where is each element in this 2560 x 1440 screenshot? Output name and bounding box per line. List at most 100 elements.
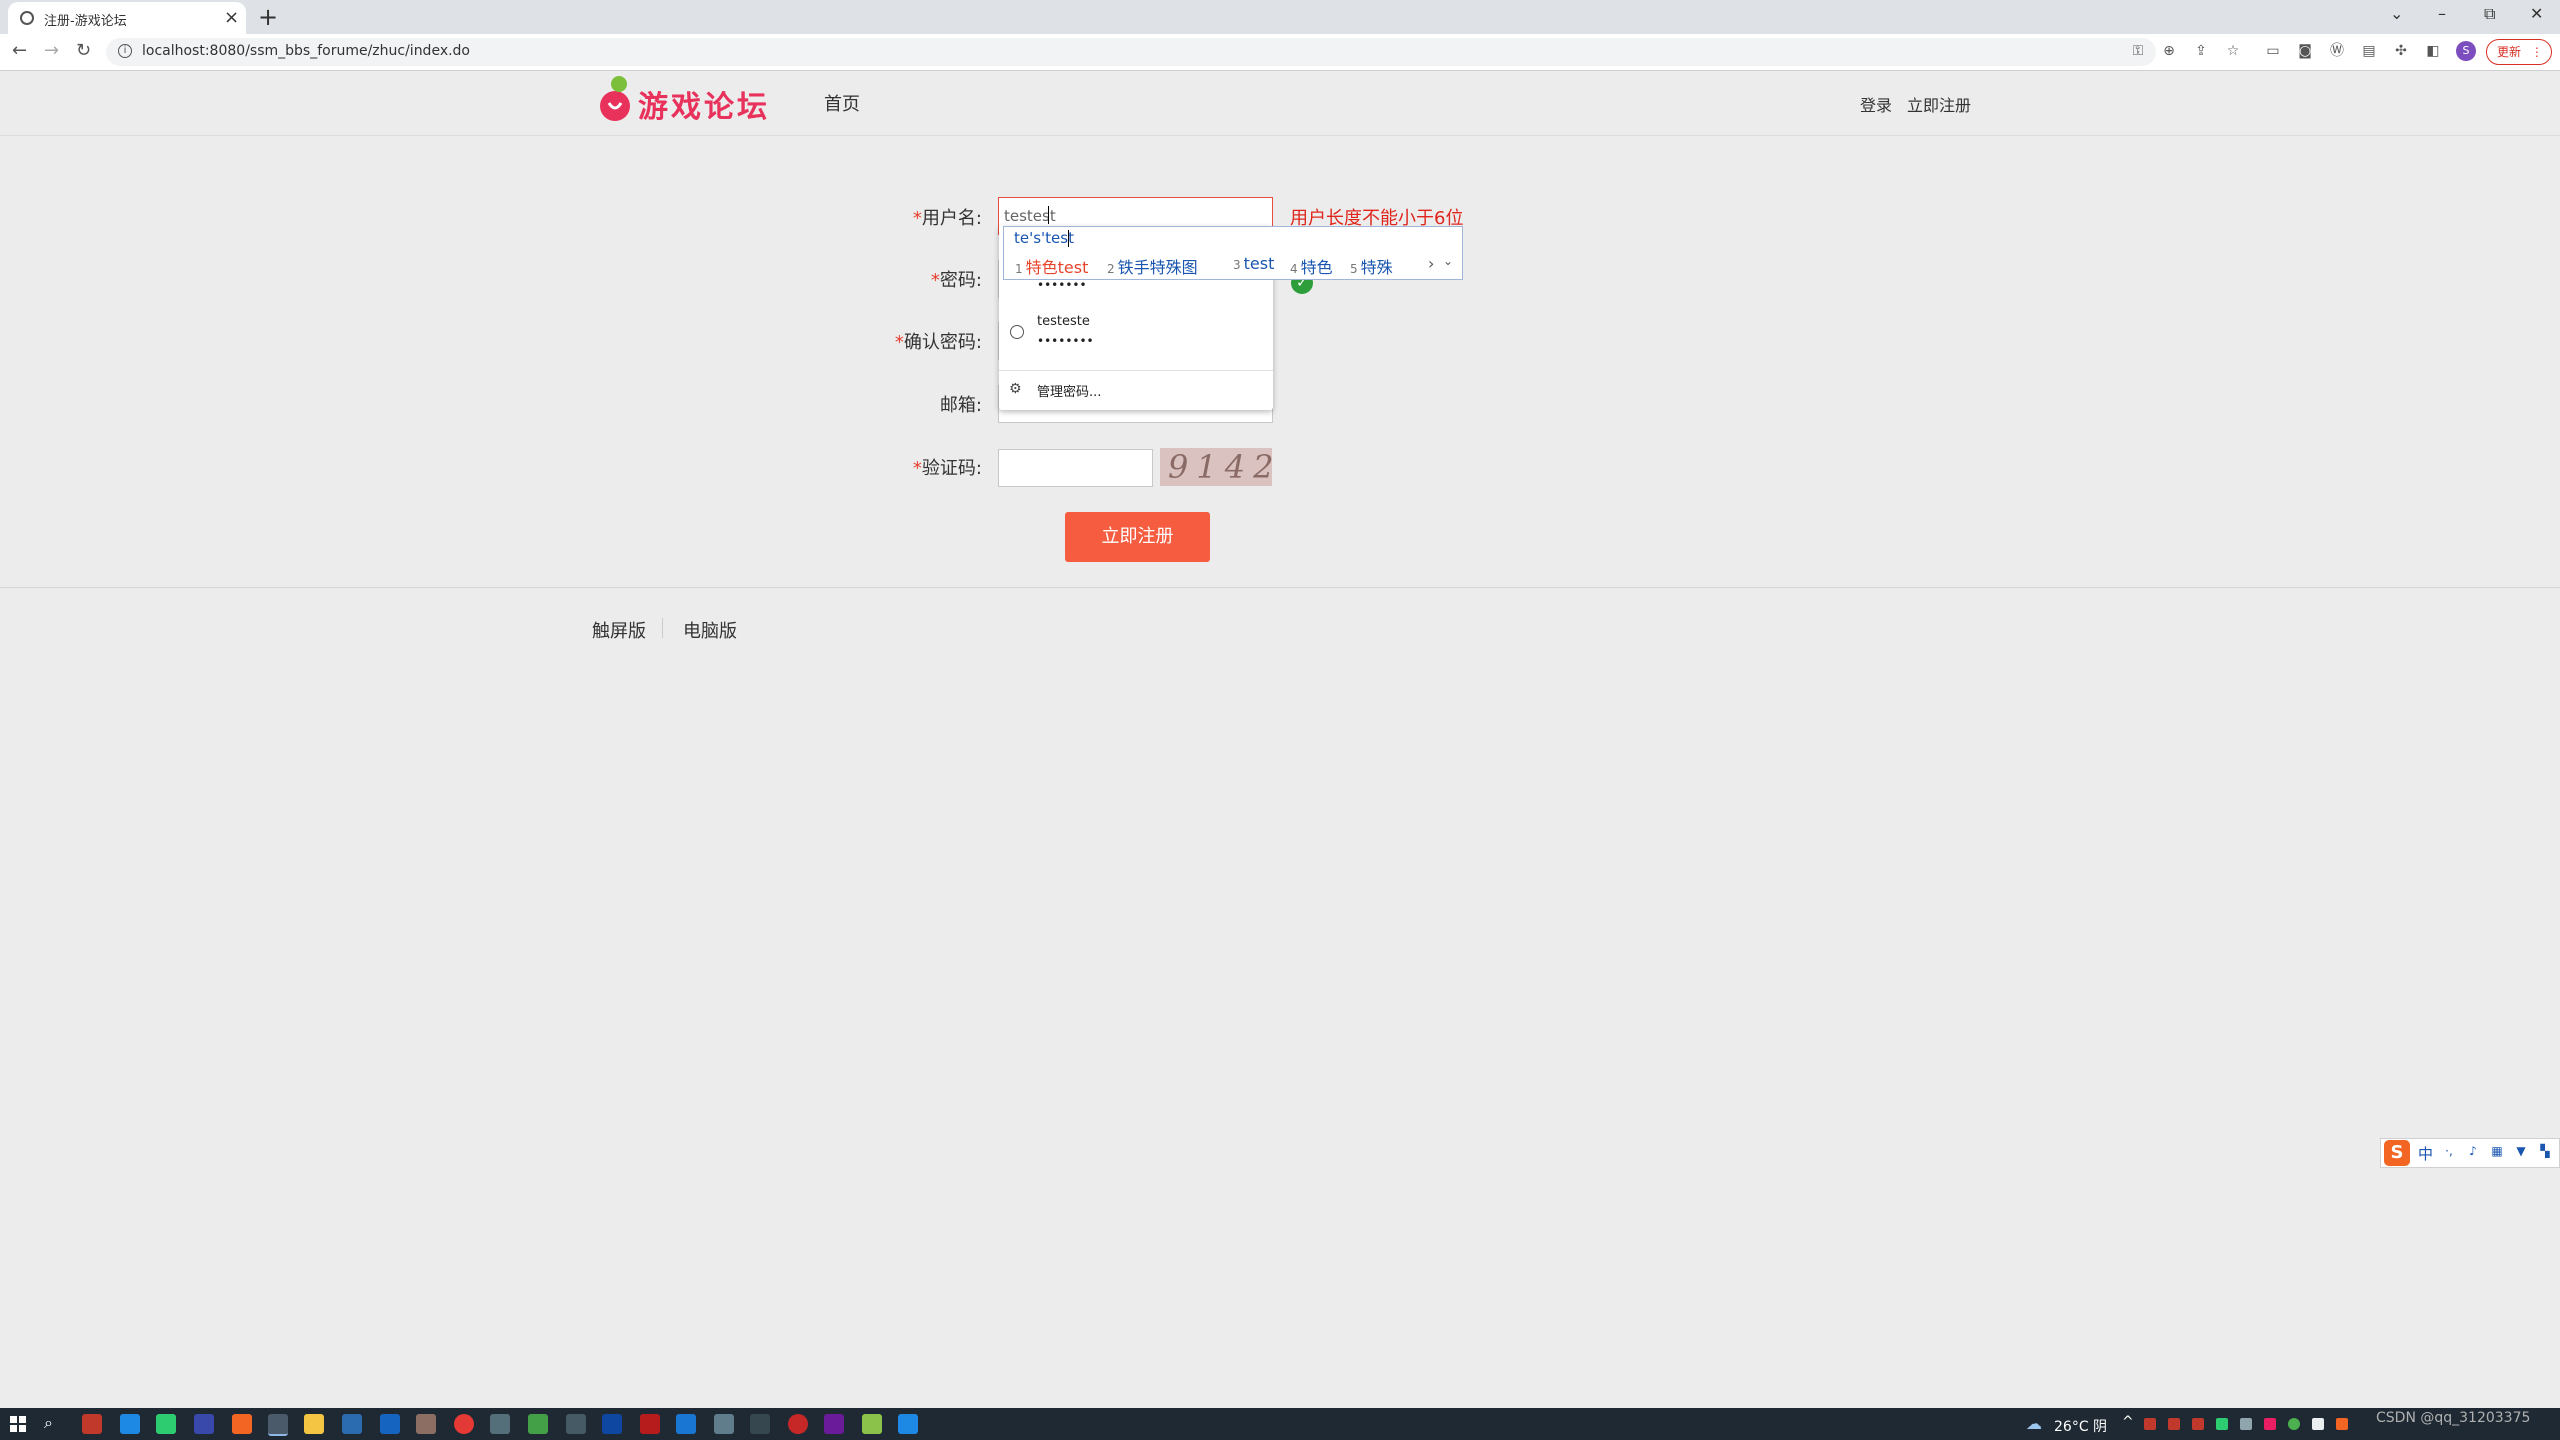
taskbar-app-icon[interactable] <box>602 1414 622 1434</box>
weather-temperature[interactable]: 26°C 阴 <box>2054 1416 2107 1436</box>
tab-title: 注册-游戏论坛 <box>44 14 127 29</box>
nav-register-link[interactable]: 立即注册 <box>1907 92 1971 116</box>
sogou-tray-icon[interactable] <box>2336 1418 2348 1430</box>
chevron-up-icon[interactable]: ^ <box>2122 1414 2134 1430</box>
site-info-icon[interactable]: i <box>118 44 132 58</box>
tray-icon[interactable] <box>2264 1418 2276 1430</box>
taskbar-app-icon[interactable] <box>788 1414 808 1434</box>
puzzle-icon[interactable]: ✣ <box>2392 42 2410 60</box>
required-mark: * <box>930 270 940 291</box>
tray-icon[interactable] <box>2144 1418 2156 1430</box>
password-label: *密码: <box>930 270 982 291</box>
taskbar-app-icon[interactable] <box>862 1414 882 1434</box>
taskbar-app-icon[interactable] <box>566 1414 586 1434</box>
globe-icon <box>1010 325 1024 339</box>
taskbar-app-icon[interactable] <box>640 1414 660 1434</box>
taskbar-app-icon[interactable] <box>416 1414 436 1434</box>
keyboard-icon[interactable]: ▦ <box>2490 1144 2504 1158</box>
logo-text[interactable]: 游戏论坛 <box>638 82 770 126</box>
ime-candidate[interactable]: 4 特色 <box>1290 254 1333 278</box>
taskbar-app-icon[interactable] <box>676 1414 696 1434</box>
cast-icon[interactable]: ▭ <box>2264 42 2282 60</box>
close-window-button[interactable]: ✕ <box>2530 4 2543 23</box>
profile-avatar[interactable]: S <box>2456 41 2476 61</box>
forward-arrow-icon[interactable]: → <box>44 40 59 61</box>
manage-passwords-item[interactable]: 管理密码... <box>1037 381 1101 400</box>
key-icon[interactable]: ⚿ <box>2129 42 2147 60</box>
microphone-icon[interactable]: ♪ <box>2466 1144 2480 1158</box>
footer-separator <box>662 618 663 638</box>
ime-candidate[interactable]: 3 test <box>1233 254 1274 273</box>
restore-button[interactable]: ⧉ <box>2484 4 2495 24</box>
nav-login-link[interactable]: 登录 <box>1860 92 1892 116</box>
bookmark-star-icon[interactable]: ☆ <box>2224 42 2242 60</box>
taskbar-app-icon[interactable] <box>490 1414 510 1434</box>
ime-caret <box>1068 230 1069 247</box>
camera-icon[interactable]: ◙ <box>2296 42 2314 60</box>
taskbar-app-icon[interactable] <box>714 1414 734 1434</box>
ime-candidate[interactable]: 2 铁手特殊图 <box>1107 254 1198 278</box>
taskbar-app-icon[interactable] <box>120 1414 140 1434</box>
saved-password-dots[interactable]: •••••••• <box>1037 334 1094 348</box>
update-button[interactable]: 更新 ⋮ <box>2486 39 2552 65</box>
captcha-image[interactable]: 9142 <box>1160 448 1272 486</box>
taskbar-app-icon[interactable] <box>342 1414 362 1434</box>
ime-candidate[interactable]: 5 特殊 <box>1350 254 1393 278</box>
saved-username[interactable]: testeste <box>1037 314 1090 329</box>
taskbar-app-icon[interactable] <box>194 1414 214 1434</box>
extension-card-icon[interactable]: ▤ <box>2360 42 2378 60</box>
touch-version-link[interactable]: 触屏版 <box>592 617 646 643</box>
menu-dots-icon: ⋮ <box>2530 45 2543 59</box>
tab-list-icon[interactable]: ⌄ <box>2390 4 2403 23</box>
ime-mode-toggle[interactable]: 中 <box>2418 1143 2433 1164</box>
browser-tab[interactable]: 注册-游戏论坛 × <box>8 2 246 34</box>
back-arrow-icon[interactable]: ← <box>12 40 27 61</box>
chrome-icon[interactable] <box>268 1414 288 1436</box>
taskbar-app-icon[interactable] <box>380 1414 400 1434</box>
saved-password-dots[interactable]: ••••••• <box>1037 278 1087 292</box>
share-icon[interactable]: ⇪ <box>2192 42 2210 60</box>
cloud-icon[interactable]: ☁ <box>2026 1414 2042 1433</box>
tray-icon[interactable] <box>2216 1418 2228 1430</box>
tray-icon[interactable] <box>2192 1418 2204 1430</box>
ime-candidate[interactable]: 1 特色test <box>1015 254 1088 278</box>
reload-icon[interactable]: ↻ <box>76 40 91 61</box>
pc-version-link[interactable]: 电脑版 <box>683 617 737 643</box>
extension-w-icon[interactable]: Ⓦ <box>2328 42 2346 60</box>
windows-start-icon[interactable] <box>10 1416 26 1432</box>
microphone-icon[interactable] <box>2312 1418 2324 1430</box>
search-icon[interactable]: ⌕ <box>44 1413 53 1433</box>
sogou-logo-icon[interactable]: S <box>2384 1140 2410 1166</box>
captcha-text: 9142 <box>1168 448 1272 486</box>
nav-home-link[interactable]: 首页 <box>824 90 860 116</box>
zoom-icon[interactable]: ⊕ <box>2160 42 2178 60</box>
captcha-input[interactable] <box>998 449 1153 487</box>
taskbar-app-icon[interactable] <box>454 1414 474 1434</box>
minimize-button[interactable]: – <box>2438 4 2446 23</box>
register-submit-button[interactable]: 立即注册 <box>1065 512 1210 562</box>
tray-icon[interactable] <box>2288 1418 2300 1430</box>
tray-icon[interactable] <box>2168 1418 2180 1430</box>
tab-close-icon[interactable]: × <box>224 7 239 28</box>
taskbar-app-icon[interactable] <box>528 1414 548 1434</box>
taskbar-app-icon[interactable] <box>824 1414 844 1434</box>
ime-next-page-icon[interactable]: › <box>1428 254 1434 273</box>
word-icon[interactable] <box>898 1414 918 1434</box>
taskbar-app-icon[interactable] <box>750 1414 770 1434</box>
new-tab-button[interactable]: + <box>258 3 278 31</box>
logo-icon[interactable] <box>597 73 637 123</box>
ime-expand-icon[interactable]: ⌄ <box>1443 254 1453 268</box>
taskbar-app-icon[interactable] <box>232 1414 252 1434</box>
tray-icon[interactable] <box>2240 1418 2252 1430</box>
punctuation-icon[interactable]: ·, <box>2442 1144 2456 1158</box>
file-explorer-icon[interactable] <box>304 1414 324 1434</box>
wechat-icon[interactable] <box>156 1414 176 1434</box>
required-mark: * <box>912 208 922 229</box>
required-mark: * <box>912 458 922 479</box>
skin-icon[interactable]: ▼ <box>2514 1144 2528 1158</box>
url-text[interactable]: localhost:8080/ssm_bbs_forume/zhuc/index… <box>142 43 470 59</box>
toolbox-icon[interactable]: ▚ <box>2538 1144 2552 1158</box>
side-panel-icon[interactable]: ◧ <box>2424 42 2442 60</box>
footer-divider <box>0 587 2560 588</box>
taskbar-app-icon[interactable] <box>82 1414 102 1434</box>
